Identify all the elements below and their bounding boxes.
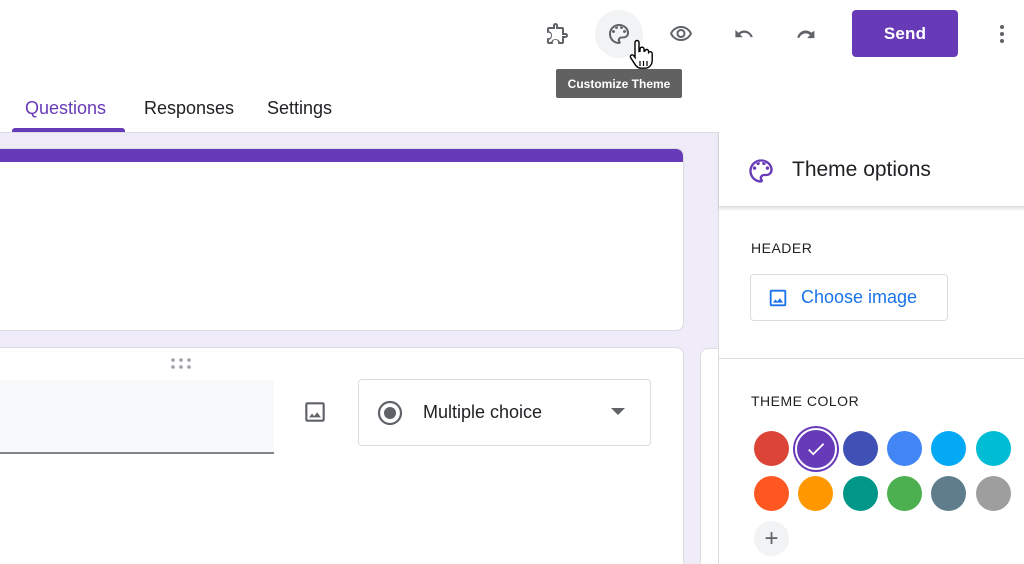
theme-color-swatch[interactable] [754, 476, 789, 511]
question-type-dropdown[interactable]: Multiple choice [358, 379, 651, 446]
theme-color-swatch[interactable] [754, 431, 789, 466]
send-button[interactable]: Send [852, 10, 958, 57]
question-type-label: Multiple choice [423, 402, 543, 422]
theme-color-swatch[interactable] [931, 431, 967, 466]
image-icon [769, 289, 787, 306]
check-icon [807, 442, 825, 455]
theme-color-section-label: THEME COLOR [751, 393, 860, 409]
theme-color-swatch[interactable] [794, 427, 837, 470]
add-custom-color-button[interactable]: + [754, 521, 789, 556]
redo-button[interactable] [782, 10, 830, 58]
drag-handle-icon[interactable] [170, 357, 192, 371]
header-section-label: HEADER [751, 240, 813, 256]
choose-image-label: Choose image [801, 287, 918, 307]
more-options-button[interactable] [978, 10, 1024, 58]
customize-theme-tooltip: Customize Theme [556, 69, 682, 98]
undo-button[interactable] [720, 10, 768, 58]
theme-color-swatch[interactable] [842, 476, 878, 511]
theme-color-swatch[interactable] [975, 476, 1011, 511]
chevron-down-icon [611, 408, 625, 415]
palette-icon [749, 159, 773, 183]
question-title-input[interactable] [0, 380, 274, 454]
theme-color-swatch[interactable] [975, 431, 1011, 466]
tab-questions[interactable]: Questions [25, 98, 106, 119]
tab-responses[interactable]: Responses [144, 98, 234, 119]
add-image-button[interactable] [298, 395, 332, 429]
tab-settings[interactable]: Settings [267, 98, 332, 119]
theme-panel-header: Theme options [719, 132, 1024, 207]
puzzle-icon [547, 23, 568, 44]
theme-color-swatch[interactable] [842, 431, 878, 466]
choose-image-button[interactable]: Choose image [750, 274, 948, 321]
panel-divider [719, 358, 1024, 359]
theme-color-swatch[interactable] [886, 476, 922, 511]
eye-icon [670, 26, 692, 41]
theme-color-swatch[interactable] [931, 476, 967, 511]
more-vert-icon [1000, 25, 1004, 43]
theme-panel-title: Theme options [792, 158, 931, 181]
theme-color-swatch[interactable] [886, 431, 922, 466]
radio-button-icon [377, 400, 403, 426]
addons-button[interactable] [533, 10, 581, 58]
image-icon [305, 402, 325, 422]
preview-button[interactable] [657, 10, 705, 58]
undo-icon [735, 29, 753, 38]
form-title-card[interactable] [0, 148, 684, 331]
title-card-accent-stripe [0, 149, 683, 162]
redo-icon [797, 30, 815, 39]
hand-cursor-icon [629, 39, 653, 69]
